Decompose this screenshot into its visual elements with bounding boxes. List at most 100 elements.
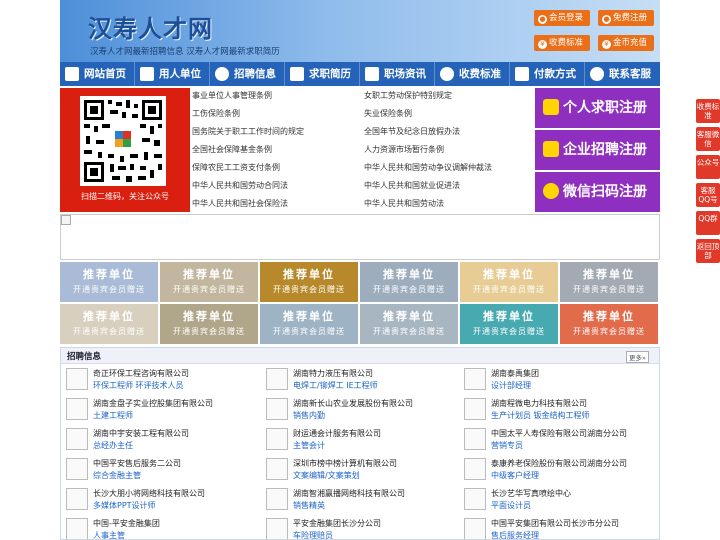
company-name[interactable]: 湖南新长山农业发展股份有限公司 xyxy=(293,398,413,409)
company-name[interactable]: 长沙艺华写真喷绘中心 xyxy=(491,488,571,499)
company-name[interactable]: 财运通会计服务有限公司 xyxy=(293,428,381,439)
policy-link[interactable]: 工伤保险条例 xyxy=(192,106,304,124)
policy-link[interactable]: 全国年节及纪念日放假办法 xyxy=(364,124,492,142)
nav-jobs[interactable]: 招聘信息 xyxy=(210,62,284,86)
job-positions[interactable]: 综合金融主管 xyxy=(93,470,141,481)
policy-link[interactable]: 中华人民共和国社会保险法 xyxy=(192,196,304,214)
back-to-top-button[interactable]: 返回顶部 xyxy=(696,239,720,263)
job-positions[interactable]: 售后服务经理 xyxy=(491,530,539,539)
company-name[interactable]: 深圳市榜中榜计算机有限公司 xyxy=(293,458,397,469)
wechat-register-button[interactable]: 微信扫码注册 xyxy=(535,172,660,212)
job-listing[interactable]: 平安金融集团长沙分公司 车险理赔员 xyxy=(261,516,456,539)
job-listing[interactable]: 中国平安售后服务二公司 综合金融主管 xyxy=(61,456,256,484)
register-button[interactable]: ● 免费注册 xyxy=(598,10,654,26)
company-name[interactable]: 中国平安售后服务二公司 xyxy=(93,458,181,469)
company-name[interactable]: 奇正环保工程咨询有限公司 xyxy=(93,368,189,379)
job-listing[interactable]: 湖南泰禹集团 设计部经理 xyxy=(459,366,654,394)
job-listing[interactable]: 长沙艺华写真喷绘中心 平面设计员 xyxy=(459,486,654,514)
recharge-button[interactable]: ¥ 金币充值 xyxy=(598,35,654,51)
site-title[interactable]: 汉寿人才网 xyxy=(88,9,213,44)
featured-employer-tile[interactable]: 推荐单位 开通贵宾会员赠送 xyxy=(260,262,358,302)
featured-employer-tile[interactable]: 推荐单位 开通贵宾会员赠送 xyxy=(460,262,558,302)
company-name[interactable]: 平安金融集团长沙分公司 xyxy=(293,518,381,529)
job-positions[interactable]: 平面设计员 xyxy=(491,500,531,511)
float-qq-group-button[interactable]: QQ群 xyxy=(696,211,720,235)
company-name[interactable]: 湖南程微电力科技有限公司 xyxy=(491,398,587,409)
job-positions[interactable]: 人事主管 xyxy=(93,530,125,539)
job-positions[interactable]: 设计部经理 xyxy=(491,380,531,391)
policy-link[interactable]: 中华人民共和国就业促进法 xyxy=(364,178,492,196)
policy-link[interactable]: 女职工劳动保护特别规定 xyxy=(364,88,492,106)
nav-home[interactable]: 网站首页 xyxy=(60,62,134,86)
company-name[interactable]: 湖南中宇安装工程有限公司 xyxy=(93,428,189,439)
job-positions[interactable]: 主管会计 xyxy=(293,440,325,451)
company-name[interactable]: 湖南智湘赢播网络科技有限公司 xyxy=(293,488,405,499)
job-listing[interactable]: 财运通会计服务有限公司 主管会计 xyxy=(261,426,456,454)
company-name[interactable]: 长沙大朋小将网络科技有限公司 xyxy=(93,488,205,499)
company-name[interactable]: 湖南泰禹集团 xyxy=(491,368,539,379)
featured-employer-tile[interactable]: 推荐单位 开通贵宾会员赠送 xyxy=(260,304,358,344)
job-listing[interactable]: 湖南特力液压有限公司 电焊工/铆焊工 IE工程师 xyxy=(261,366,456,394)
nav-news[interactable]: 职场资讯 xyxy=(360,62,434,86)
job-positions[interactable]: 营销专员 xyxy=(491,440,523,451)
jobseeker-register-button[interactable]: 个人求职注册 xyxy=(535,88,660,128)
company-name[interactable]: 中国-平安金融集团 xyxy=(93,518,160,529)
featured-employer-tile[interactable]: 推荐单位 开通贵宾会员赠送 xyxy=(560,304,658,344)
ad-banner[interactable] xyxy=(60,214,660,260)
job-listing[interactable]: 奇正环保工程咨询有限公司 环保工程师 环评技术人员 xyxy=(61,366,256,394)
job-positions[interactable]: 销售精英 xyxy=(293,500,325,511)
job-listing[interactable]: 中国平安集团有限公司长沙市分公司 售后服务经理 xyxy=(459,516,654,539)
featured-employer-tile[interactable]: 推荐单位 开通贵宾会员赠送 xyxy=(160,304,258,344)
float-official-account-button[interactable]: 公众号 xyxy=(696,155,720,179)
job-positions[interactable]: 车险理赔员 xyxy=(293,530,333,539)
job-positions[interactable]: 多媒体PPT设计师 xyxy=(93,500,156,511)
job-positions[interactable]: 销售内勤 xyxy=(293,410,325,421)
job-listing[interactable]: 湖南中宇安装工程有限公司 总经办主任 xyxy=(61,426,256,454)
featured-employer-tile[interactable]: 推荐单位 开通贵宾会员赠送 xyxy=(360,304,458,344)
policy-link[interactable]: 失业保险条例 xyxy=(364,106,492,124)
company-name[interactable]: 中国太平人寿保险有限公司湖南分公司 xyxy=(491,428,627,439)
policy-link[interactable]: 全国社会保障基金条例 xyxy=(192,142,304,160)
job-positions[interactable]: 总经办主任 xyxy=(93,440,133,451)
float-qq-service-button[interactable]: 客服QQ号 xyxy=(696,183,720,207)
job-listing[interactable]: 深圳市榜中榜计算机有限公司 文案编辑/文案策划 xyxy=(261,456,456,484)
featured-employer-tile[interactable]: 推荐单位 开通贵宾会员赠送 xyxy=(560,262,658,302)
job-positions[interactable]: 环保工程师 环评技术人员 xyxy=(93,380,184,391)
job-listing[interactable]: 泰康养老保险股份有限公司湖南分公司 中级客户经理 xyxy=(459,456,654,484)
job-positions[interactable]: 生产计划员 钣金结构工程师 xyxy=(491,410,590,421)
job-positions[interactable]: 文案编辑/文案策划 xyxy=(293,470,360,481)
nav-payment[interactable]: 付款方式 xyxy=(510,62,584,86)
policy-link[interactable]: 人力资源市场暂行条例 xyxy=(364,142,492,160)
job-positions[interactable]: 土建工程师 xyxy=(93,410,133,421)
job-positions[interactable]: 中级客户经理 xyxy=(491,470,539,481)
login-button[interactable]: ● 会员登录 xyxy=(534,10,590,26)
featured-employer-tile[interactable]: 推荐单位 开通贵宾会员赠送 xyxy=(60,262,158,302)
nav-pricing[interactable]: 收费标准 xyxy=(435,62,509,86)
job-listing[interactable]: 长沙大朋小将网络科技有限公司 多媒体PPT设计师 xyxy=(61,486,256,514)
more-link[interactable]: 更多» xyxy=(626,351,649,363)
featured-employer-tile[interactable]: 推荐单位 开通贵宾会员赠送 xyxy=(460,304,558,344)
company-name[interactable]: 中国平安集团有限公司长沙市分公司 xyxy=(491,518,619,529)
featured-employer-tile[interactable]: 推荐单位 开通贵宾会员赠送 xyxy=(160,262,258,302)
nav-contact[interactable]: 联系客服 xyxy=(585,62,660,86)
policy-link[interactable]: 中华人民共和国劳动争议调解仲裁法 xyxy=(364,160,492,178)
job-listing[interactable]: 中国-平安金融集团 人事主管 xyxy=(61,516,256,539)
job-listing[interactable]: 湖南金盘子实业控股集团有限公司 土建工程师 xyxy=(61,396,256,424)
employer-register-button[interactable]: 企业招聘注册 xyxy=(535,130,660,170)
featured-employer-tile[interactable]: 推荐单位 开通贵宾会员赠送 xyxy=(60,304,158,344)
float-pricing-button[interactable]: 收费标准 xyxy=(696,99,720,123)
policy-link[interactable]: 事业单位人事管理条例 xyxy=(192,88,304,106)
policy-link[interactable]: 中华人民共和国劳动法 xyxy=(364,196,492,214)
policy-link[interactable]: 中华人民共和国劳动合同法 xyxy=(192,178,304,196)
nav-resumes[interactable]: 求职简历 xyxy=(285,62,359,86)
job-positions[interactable]: 电焊工/铆焊工 IE工程师 xyxy=(293,380,378,391)
pricing-button[interactable]: ¥ 收费标准 xyxy=(534,35,590,51)
float-wechat-service-button[interactable]: 客服微信 xyxy=(696,127,720,151)
company-name[interactable]: 湖南金盘子实业控股集团有限公司 xyxy=(93,398,213,409)
featured-employer-tile[interactable]: 推荐单位 开通贵宾会员赠送 xyxy=(360,262,458,302)
nav-employers[interactable]: 用人单位 xyxy=(135,62,209,86)
policy-link[interactable]: 保障农民工工资支付条例 xyxy=(192,160,304,178)
job-listing[interactable]: 中国太平人寿保险有限公司湖南分公司 营销专员 xyxy=(459,426,654,454)
job-listing[interactable]: 湖南新长山农业发展股份有限公司 销售内勤 xyxy=(261,396,456,424)
policy-link[interactable]: 国务院关于职工工作时间的规定 xyxy=(192,124,304,142)
